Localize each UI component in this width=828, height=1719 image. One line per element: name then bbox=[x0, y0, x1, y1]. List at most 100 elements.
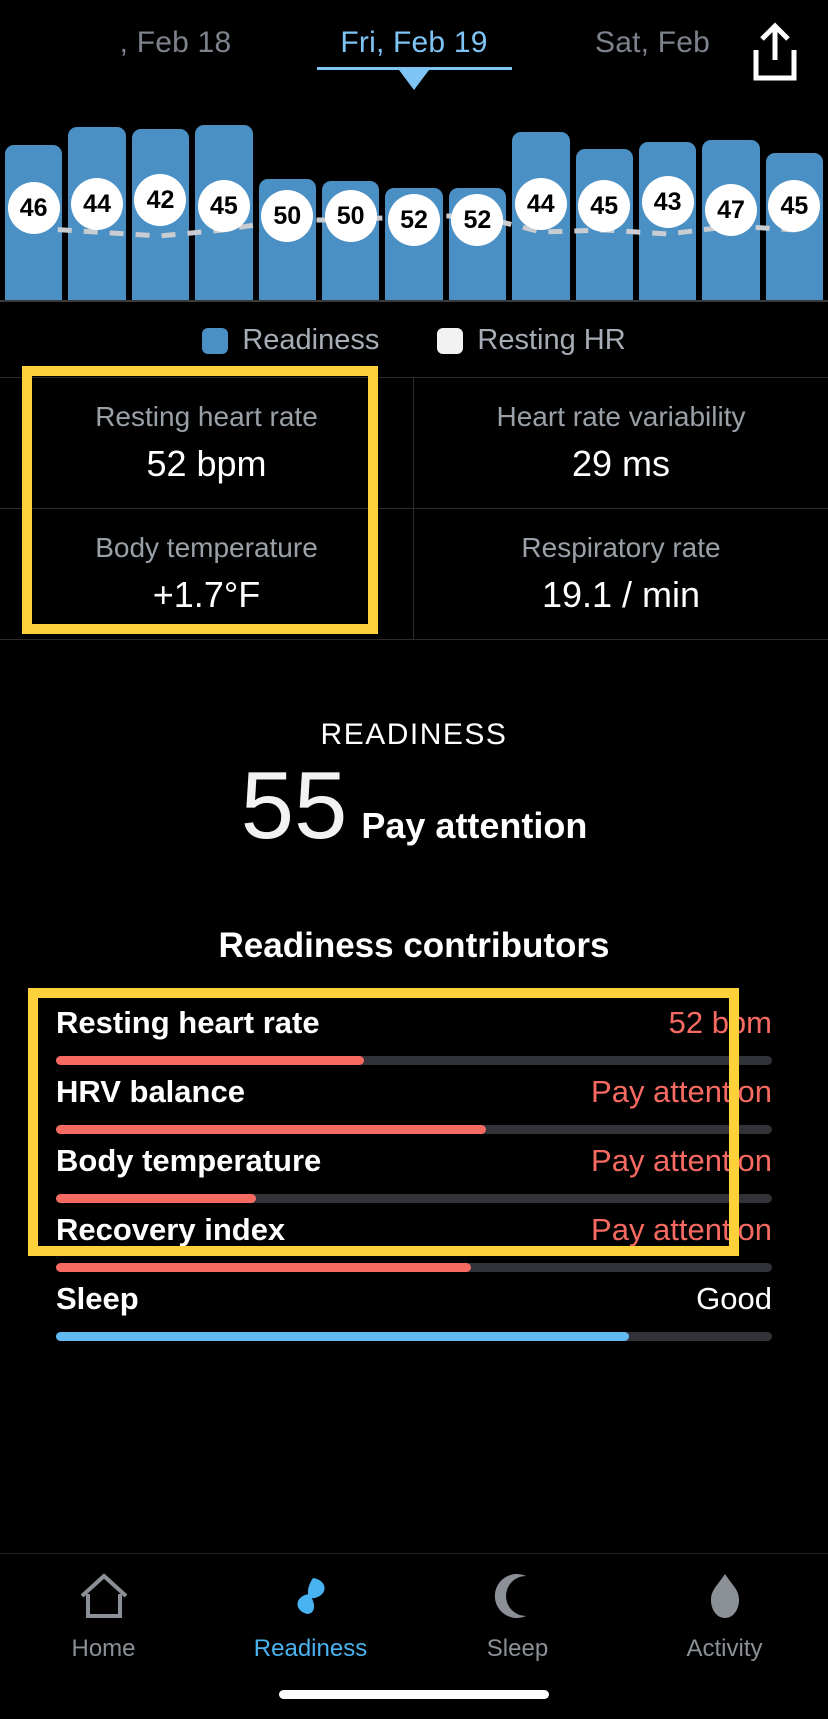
metric-cell[interactable]: Body temperature +1.7°F bbox=[0, 509, 414, 640]
chart-bar-column[interactable]: 50 bbox=[258, 110, 316, 300]
date-header: , Feb 18 Fri, Feb 19 Sat, Feb bbox=[0, 0, 828, 100]
date-tab-previous[interactable]: , Feb 18 bbox=[41, 26, 311, 66]
contributor-head: HRV balance Pay attention bbox=[56, 1074, 772, 1110]
contributor-progress-fill bbox=[56, 1263, 472, 1272]
resting-hr-point-label: 45 bbox=[768, 180, 821, 232]
contributor-row[interactable]: HRV balance Pay attention bbox=[56, 1065, 772, 1134]
tab-home[interactable]: Home bbox=[0, 1554, 207, 1719]
leaf-icon bbox=[283, 1570, 339, 1627]
date-tab-previous-label: , Feb 18 bbox=[119, 26, 232, 59]
contributors-list: Resting heart rate 52 bpm HRV balance Pay a… bbox=[0, 996, 828, 1341]
chart-bar-column[interactable]: 52 bbox=[448, 110, 507, 300]
moon-icon bbox=[490, 1570, 546, 1627]
resting-hr-point-label: 52 bbox=[388, 194, 441, 246]
contributor-progress-track bbox=[56, 1125, 772, 1134]
chart-bar-column[interactable]: 43 bbox=[638, 110, 697, 300]
home-indicator bbox=[279, 1690, 549, 1699]
legend-label: Resting HR bbox=[477, 324, 626, 356]
contributor-name: HRV balance bbox=[56, 1074, 245, 1109]
metric-cell[interactable]: Heart rate variability 29 ms bbox=[414, 378, 828, 509]
chart-legend: Readiness Resting HR bbox=[0, 302, 828, 377]
resting-hr-point-label: 42 bbox=[134, 174, 187, 226]
contributor-name: Sleep bbox=[56, 1281, 139, 1316]
contributor-value: Good bbox=[696, 1281, 772, 1316]
readiness-score-state: Pay attention bbox=[361, 805, 588, 846]
share-upload-icon[interactable] bbox=[746, 20, 804, 84]
metric-cell[interactable]: Resting heart rate 52 bpm bbox=[0, 378, 414, 509]
resting-hr-point-label: 46 bbox=[7, 182, 60, 234]
chart-bars: 46 44 42 45 50 50 52 52 44 45 43 47 45 bbox=[0, 110, 828, 300]
contributors-heading: Readiness contributors bbox=[218, 926, 610, 965]
home-icon bbox=[76, 1570, 132, 1627]
date-tab-current[interactable]: Fri, Feb 19 bbox=[316, 26, 512, 90]
chart-bar-column[interactable]: 45 bbox=[575, 110, 633, 300]
date-tab-current-label: Fri, Feb 19 bbox=[340, 26, 488, 59]
contributor-value: Pay attention bbox=[591, 1143, 772, 1178]
chart-bar-column[interactable]: 42 bbox=[131, 110, 190, 300]
chart-bar-column[interactable]: 46 bbox=[5, 110, 63, 300]
contributor-progress-fill bbox=[56, 1056, 364, 1065]
contributor-head: Resting heart rate 52 bpm bbox=[56, 1005, 772, 1041]
tab-label: Sleep bbox=[486, 1635, 549, 1662]
chart-bar-column[interactable]: 45 bbox=[195, 110, 253, 300]
metric-value: 29 ms bbox=[571, 443, 671, 484]
tab-label: Activity bbox=[686, 1635, 763, 1662]
resting-hr-point-label: 47 bbox=[704, 184, 757, 236]
date-strip: , Feb 18 Fri, Feb 19 Sat, Feb bbox=[0, 26, 828, 90]
flame-icon bbox=[697, 1570, 753, 1627]
contributor-progress-fill bbox=[56, 1125, 486, 1134]
chart-bar-column[interactable]: 47 bbox=[702, 110, 760, 300]
resting-hr-point-label: 43 bbox=[641, 176, 694, 228]
contributor-progress-fill bbox=[56, 1332, 629, 1341]
contributor-name: Body temperature bbox=[56, 1143, 322, 1178]
tab-label: Readiness bbox=[253, 1635, 368, 1662]
readiness-score-value: 55 bbox=[240, 752, 348, 859]
contributor-name: Recovery index bbox=[56, 1212, 286, 1247]
readiness-score-row: 55 Pay attention bbox=[0, 758, 828, 854]
readiness-score-title: READINESS bbox=[320, 718, 508, 751]
legend-swatch bbox=[202, 327, 229, 354]
resting-hr-point-label: 45 bbox=[197, 180, 250, 232]
tab-activity[interactable]: Activity bbox=[621, 1554, 828, 1719]
resting-hr-point-label: 50 bbox=[261, 190, 314, 242]
contributor-name: Resting heart rate bbox=[56, 1005, 320, 1040]
contributor-head: Recovery index Pay attention bbox=[56, 1212, 772, 1248]
resting-hr-point-label: 44 bbox=[514, 178, 567, 230]
metric-label: Heart rate variability bbox=[496, 401, 746, 432]
tab-label: Home bbox=[71, 1635, 136, 1662]
chart-bar-column[interactable]: 44 bbox=[68, 110, 126, 300]
legend-item: Resting HR bbox=[437, 324, 626, 357]
date-tab-next-label: Sat, Feb bbox=[595, 26, 710, 59]
contributor-progress-track bbox=[56, 1263, 772, 1272]
chart-bar-column[interactable]: 44 bbox=[512, 110, 570, 300]
readiness-score-block: READINESS 55 Pay attention bbox=[0, 640, 828, 854]
chart-bar-column[interactable]: 45 bbox=[765, 110, 824, 300]
chart-bar-column[interactable]: 52 bbox=[385, 110, 443, 300]
metric-value: 52 bpm bbox=[146, 443, 267, 484]
metric-label: Resting heart rate bbox=[95, 401, 318, 432]
resting-hr-point-label: 52 bbox=[451, 194, 504, 246]
metric-label: Body temperature bbox=[95, 532, 318, 563]
metric-value: 19.1 / min bbox=[541, 574, 701, 615]
contributor-row[interactable]: Sleep Good bbox=[56, 1272, 772, 1341]
contributor-head: Body temperature Pay attention bbox=[56, 1143, 772, 1179]
resting-hr-point-label: 45 bbox=[578, 180, 631, 232]
contributor-row[interactable]: Resting heart rate 52 bpm bbox=[56, 996, 772, 1065]
metrics-grid: Resting heart rate 52 bpm Heart rate varia… bbox=[0, 377, 828, 640]
contributor-progress-track bbox=[56, 1194, 772, 1203]
metric-label: Respiratory rate bbox=[521, 532, 721, 563]
resting-hr-point-label: 44 bbox=[71, 178, 124, 230]
contributor-progress-track bbox=[56, 1056, 772, 1065]
contributor-row[interactable]: Body temperature Pay attention bbox=[56, 1134, 772, 1203]
legend-label: Readiness bbox=[242, 324, 380, 356]
legend-swatch bbox=[437, 327, 464, 354]
metric-cell[interactable]: Respiratory rate 19.1 / min bbox=[414, 509, 828, 640]
contributor-row[interactable]: Recovery index Pay attention bbox=[56, 1203, 772, 1272]
contributor-progress-track bbox=[56, 1332, 772, 1341]
chart-bar-column[interactable]: 50 bbox=[321, 110, 380, 300]
readiness-hr-chart[interactable]: 46 44 42 45 50 50 52 52 44 45 43 47 45 bbox=[0, 110, 828, 300]
contributor-value: 52 bpm bbox=[668, 1005, 772, 1040]
contributor-value: Pay attention bbox=[591, 1212, 772, 1247]
contributor-value: Pay attention bbox=[591, 1074, 772, 1109]
legend-item: Readiness bbox=[202, 324, 379, 357]
